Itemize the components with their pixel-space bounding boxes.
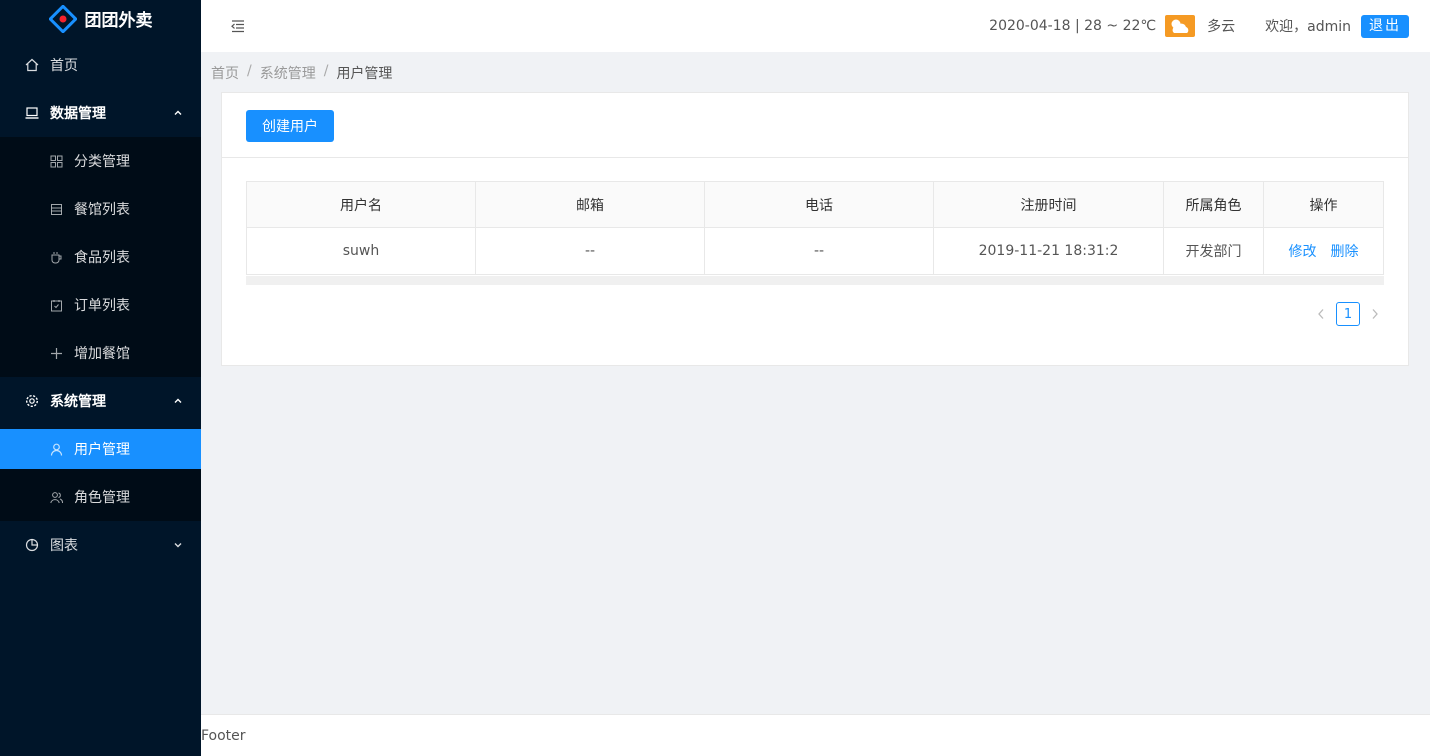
sidebar-item-charts[interactable]: 图表: [0, 521, 201, 569]
submenu-system-management: 用户管理 角色管理: [0, 429, 201, 521]
cell-created: 2019-11-21 18:31:2: [934, 228, 1164, 274]
appstore-icon: [48, 153, 64, 169]
setting-icon: [24, 393, 40, 409]
edit-link[interactable]: 修改: [1289, 241, 1317, 261]
user-table: 用户名 邮箱 电话 注册时间 所属角色 操作 suwh -- -- 2019-1…: [246, 181, 1384, 275]
sidebar-item-label: 餐馆列表: [74, 202, 130, 218]
sidebar-item-label: 订单列表: [74, 298, 130, 314]
date-weather-text: 2020-04-18 | 28 ~ 22℃: [989, 18, 1157, 34]
column-header-created: 注册时间: [934, 182, 1164, 227]
pagination: 1: [1312, 302, 1384, 326]
cell-actions: 修改 删除: [1264, 228, 1383, 274]
sidebar-item-label: 数据管理: [50, 106, 106, 122]
chevron-up-icon: [173, 396, 183, 406]
weather-text: 多云: [1207, 19, 1236, 35]
cell-email: --: [476, 228, 705, 274]
sidebar-item-label: 角色管理: [74, 490, 130, 506]
column-header-email: 邮箱: [476, 182, 705, 227]
coffee-icon: [48, 249, 64, 265]
breadcrumb-separator: /: [247, 63, 252, 79]
sidebar-item-label: 系统管理: [50, 394, 106, 410]
table-horizontal-scrollbar[interactable]: [246, 276, 1384, 285]
welcome-text: 欢迎，admin: [1265, 19, 1351, 35]
breadcrumb: 首页 / 系统管理 / 用户管理: [211, 63, 392, 83]
sidebar-item-category[interactable]: 分类管理: [0, 137, 201, 185]
sidebar-item-label: 增加餐馆: [74, 346, 130, 362]
chevron-down-icon: [173, 540, 183, 550]
sidebar-item-label: 分类管理: [74, 154, 130, 170]
column-header-phone: 电话: [705, 182, 934, 227]
laptop-icon: [24, 105, 40, 121]
sidebar: 团团外卖 首页 数据管理 分类管理 餐馆列表 食品列表 订单列表 增加餐馆 系统…: [0, 0, 201, 756]
sidebar-item-label: 首页: [50, 58, 78, 74]
delete-link[interactable]: 删除: [1331, 241, 1359, 261]
sidebar-item-orders[interactable]: 订单列表: [0, 281, 201, 329]
sidebar-item-add-restaurant[interactable]: 增加餐馆: [0, 329, 201, 377]
card-header: 创建用户: [222, 93, 1408, 158]
header: 2020-04-18 | 28 ~ 22℃ 多云 欢迎，admin 退出: [201, 0, 1430, 52]
sidebar-item-role-management[interactable]: 角色管理: [0, 473, 201, 521]
create-user-button[interactable]: 创建用户: [246, 110, 334, 142]
header-right: 2020-04-18 | 28 ~ 22℃ 多云 欢迎，admin 退出: [989, 14, 1409, 38]
user-icon: [48, 441, 64, 457]
sidebar-item-label: 图表: [50, 538, 78, 554]
order-icon: [48, 297, 64, 313]
sidebar-item-system-management[interactable]: 系统管理: [0, 377, 201, 425]
column-header-role: 所属角色: [1164, 182, 1264, 227]
cloudy-icon: [1165, 15, 1196, 37]
submenu-data-management: 分类管理 餐馆列表 食品列表 订单列表 增加餐馆: [0, 137, 201, 377]
table-header: 用户名 邮箱 电话 注册时间 所属角色 操作: [247, 182, 1383, 228]
pie-chart-icon: [24, 537, 40, 553]
sidebar-item-restaurants[interactable]: 餐馆列表: [0, 185, 201, 233]
logo-icon: [47, 3, 78, 34]
prev-page-icon[interactable]: [1312, 302, 1330, 326]
sidebar-item-data-management[interactable]: 数据管理: [0, 89, 201, 137]
home-icon: [24, 57, 40, 73]
cell-username: suwh: [247, 228, 476, 274]
footer-text: Footer: [201, 727, 246, 744]
sidebar-item-user-management[interactable]: 用户管理: [0, 429, 201, 469]
table-row: suwh -- -- 2019-11-21 18:31:2 开发部门 修改 删除: [247, 228, 1383, 275]
page-number[interactable]: 1: [1336, 302, 1360, 326]
app-title: 团团外卖: [84, 11, 153, 31]
column-header-actions: 操作: [1309, 197, 1338, 214]
sidebar-item-label: 用户管理: [74, 442, 130, 458]
sidebar-item-foods[interactable]: 食品列表: [0, 233, 201, 281]
plus-icon: [48, 345, 64, 361]
breadcrumb-item-home[interactable]: 首页: [211, 63, 239, 83]
user-list-card: 创建用户 用户名 邮箱 电话 注册时间 所属角色 操作 suwh -- -- 2…: [221, 92, 1409, 366]
sidebar-item-label: 食品列表: [74, 250, 130, 266]
cell-role: 开发部门: [1164, 228, 1264, 274]
breadcrumb-item-current: 用户管理: [336, 66, 393, 82]
breadcrumb-separator: /: [323, 63, 329, 79]
next-page-icon[interactable]: [1366, 302, 1384, 326]
chevron-up-icon: [173, 108, 183, 118]
app-logo[interactable]: 团团外卖: [0, 0, 201, 37]
database-icon: [48, 201, 64, 217]
team-icon: [48, 489, 64, 505]
column-header-username: 用户名: [247, 182, 476, 227]
footer: Footer: [201, 714, 1430, 756]
cell-phone: --: [705, 228, 934, 274]
logout-button[interactable]: 退出: [1361, 14, 1409, 38]
menu-fold-icon[interactable]: [230, 18, 246, 34]
sidebar-item-home[interactable]: 首页: [0, 41, 201, 89]
breadcrumb-item-system[interactable]: 系统管理: [260, 63, 316, 83]
